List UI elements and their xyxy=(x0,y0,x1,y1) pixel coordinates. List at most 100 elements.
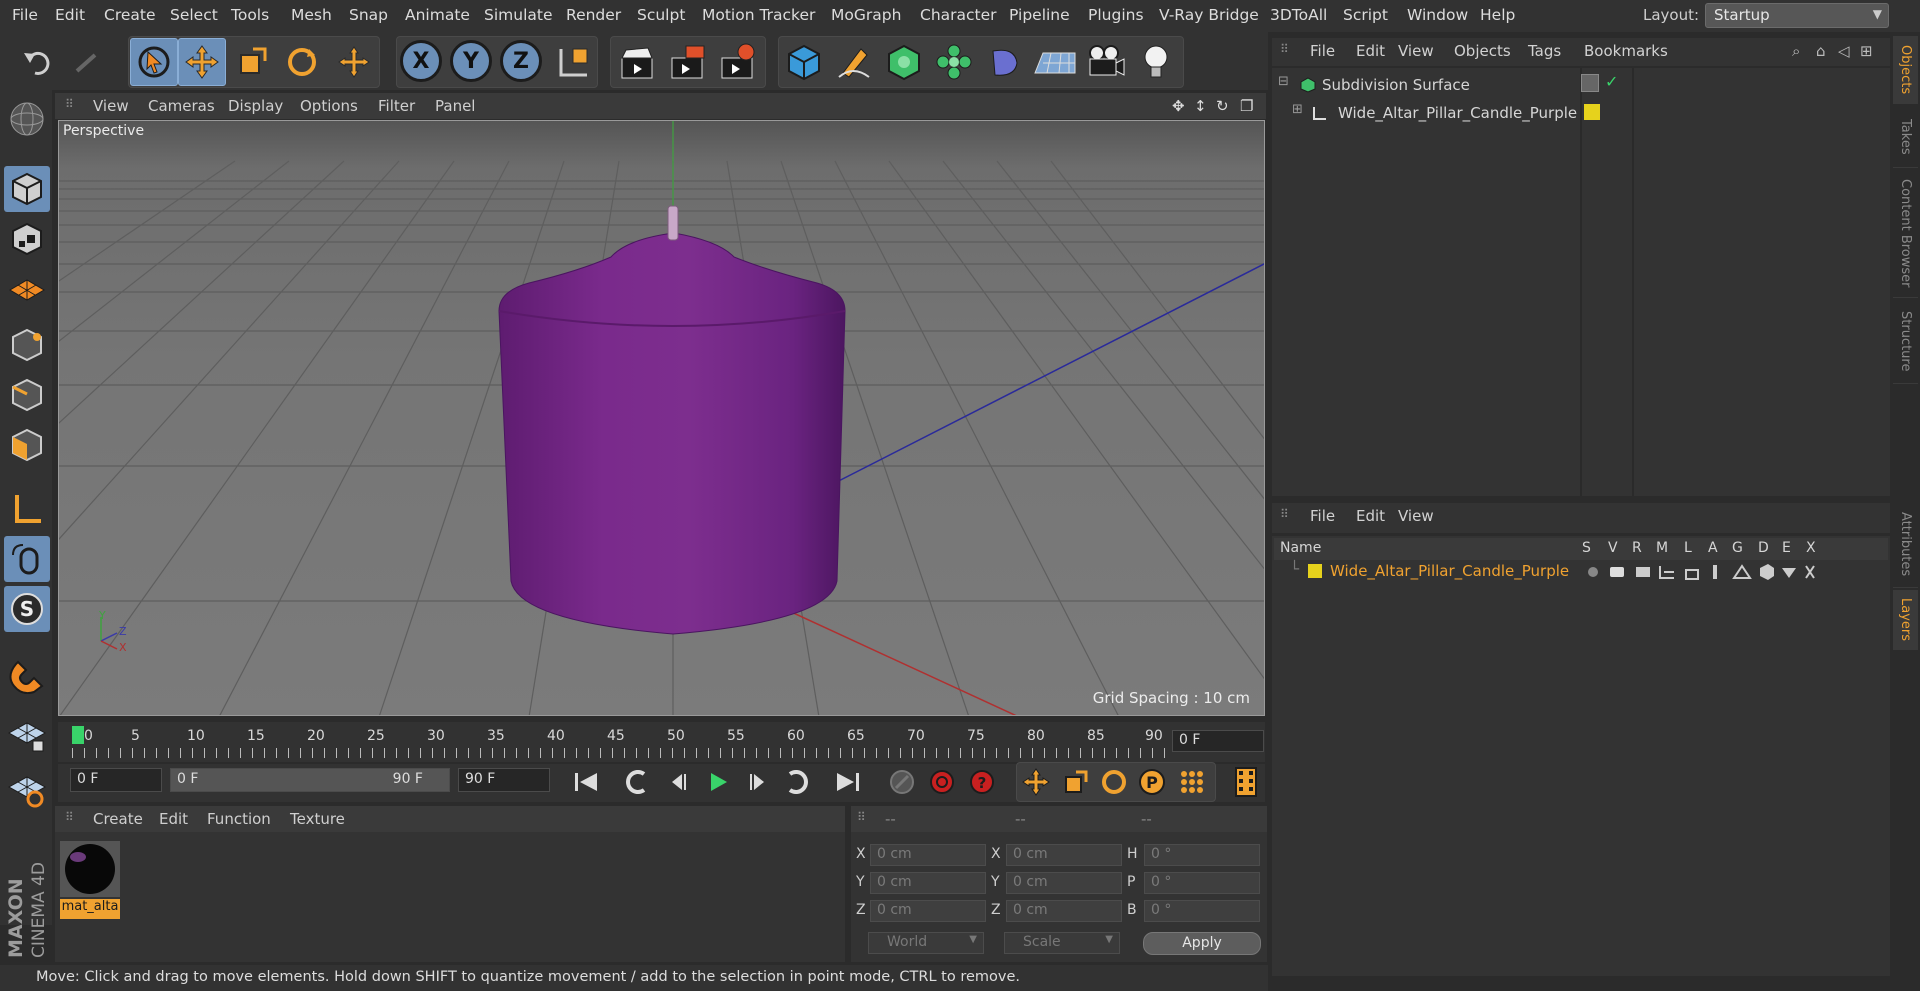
timeline-ruler[interactable] xyxy=(58,722,1265,762)
toggle-view-icon[interactable]: ❐ xyxy=(1240,97,1253,115)
menu-motion-tracker[interactable]: Motion Tracker xyxy=(702,6,815,24)
layer-col-e[interactable]: E xyxy=(1782,540,1791,556)
live-selection-button[interactable] xyxy=(130,38,178,86)
apply-button[interactable]: Apply xyxy=(1143,932,1261,955)
deformer-button[interactable] xyxy=(980,38,1028,86)
editor-visibility-toggle[interactable] xyxy=(1581,74,1599,92)
playhead[interactable] xyxy=(72,726,84,744)
tab-objects[interactable]: Objects xyxy=(1893,36,1918,104)
menu-character[interactable]: Character xyxy=(920,6,997,24)
tab-attributes[interactable]: Attributes xyxy=(1893,502,1918,588)
move-view-icon[interactable]: ✥ xyxy=(1172,97,1185,115)
coordinate-mode-select[interactable]: World ▼ xyxy=(868,932,984,954)
scale-button[interactable] xyxy=(228,38,276,86)
viewport-menu-panel[interactable]: Panel xyxy=(435,97,475,115)
menu-mograph[interactable]: MoGraph xyxy=(831,6,901,24)
candle-object[interactable] xyxy=(498,205,846,635)
render-settings-button[interactable] xyxy=(714,38,762,86)
new-window-icon[interactable]: ⊞ xyxy=(1860,42,1873,60)
menu-snap[interactable]: Snap xyxy=(349,6,388,24)
position-x-field[interactable]: 0 cm xyxy=(870,844,986,866)
previous-frame-button[interactable] xyxy=(660,764,696,800)
key-pla-button[interactable] xyxy=(1174,764,1210,800)
snap-button[interactable] xyxy=(4,652,50,698)
viewport-menu-filter[interactable]: Filter xyxy=(378,97,415,115)
key-parameter-button[interactable]: P xyxy=(1134,764,1170,800)
transform-button[interactable] xyxy=(330,38,378,86)
layer-color-tag[interactable] xyxy=(1584,104,1600,120)
menu-vray-bridge[interactable]: V-Ray Bridge xyxy=(1159,6,1259,24)
play-button[interactable] xyxy=(700,764,736,800)
layout-select[interactable]: Startup ▼ xyxy=(1705,3,1889,28)
expand-icon[interactable]: ⊞ xyxy=(1292,102,1303,117)
go-to-start-button[interactable] xyxy=(568,764,604,800)
home-icon[interactable]: ⌂ xyxy=(1816,42,1826,60)
object-menu-file[interactable]: File xyxy=(1310,42,1335,60)
tweak-mode-button[interactable] xyxy=(4,536,50,582)
timeline-button[interactable] xyxy=(1228,764,1264,800)
current-frame-field[interactable]: 0 F xyxy=(1172,730,1264,752)
viewport-menu-view[interactable]: View xyxy=(93,97,129,115)
y-axis-button[interactable]: Y xyxy=(450,40,492,82)
x-axis-button[interactable]: X xyxy=(400,40,442,82)
menu-tools[interactable]: Tools xyxy=(231,6,269,24)
camera-button[interactable] xyxy=(1082,38,1130,86)
workplane-mode-button[interactable] xyxy=(4,266,50,312)
viewport-menu-cameras[interactable]: Cameras xyxy=(148,97,215,115)
menu-select[interactable]: Select xyxy=(170,6,218,24)
make-editable-button[interactable] xyxy=(4,96,50,142)
search-icon[interactable]: ⌕ xyxy=(1792,42,1800,60)
layer-col-r[interactable]: R xyxy=(1632,540,1642,556)
soft-selection-button[interactable]: S xyxy=(4,586,50,632)
layer-col-m[interactable]: M xyxy=(1656,540,1668,556)
menu-plugins[interactable]: Plugins xyxy=(1088,6,1144,24)
points-mode-button[interactable] xyxy=(4,322,50,368)
layer-col-d[interactable]: D xyxy=(1758,540,1769,556)
coordinate-system-button[interactable] xyxy=(550,38,598,86)
workplane-axis-button[interactable] xyxy=(4,766,50,812)
menu-help[interactable]: Help xyxy=(1480,6,1515,24)
size-y-field[interactable]: 0 cm xyxy=(1006,872,1122,894)
object-menu-objects[interactable]: Objects xyxy=(1454,42,1511,60)
tree-item-candle[interactable]: ⊞ Wide_Altar_Pillar_Candle_Purple xyxy=(1292,102,1582,126)
rotation-b-field[interactable]: 0 ° xyxy=(1144,900,1260,922)
viewport-menu-options[interactable]: Options xyxy=(300,97,358,115)
autokey-button[interactable]: ? xyxy=(964,764,1000,800)
cloner-button[interactable] xyxy=(930,38,978,86)
go-to-end-button[interactable] xyxy=(830,764,866,800)
layer-col-s[interactable]: S xyxy=(1582,540,1591,556)
tab-content-browser[interactable]: Content Browser xyxy=(1893,170,1918,298)
tab-takes[interactable]: Takes xyxy=(1893,106,1918,168)
material-menu-texture[interactable]: Texture xyxy=(290,810,345,828)
end-frame-field[interactable]: 90 F xyxy=(458,768,550,792)
record-button[interactable] xyxy=(924,764,960,800)
key-position-button[interactable] xyxy=(1018,764,1054,800)
tab-structure[interactable]: Structure xyxy=(1893,300,1918,384)
layer-col-l[interactable]: L xyxy=(1684,540,1692,556)
axis-mode-button[interactable] xyxy=(4,486,50,532)
rotation-p-field[interactable]: 0 ° xyxy=(1144,872,1260,894)
layer-color-swatch[interactable] xyxy=(1308,564,1322,578)
render-view-button[interactable] xyxy=(614,38,662,86)
menu-render[interactable]: Render xyxy=(566,6,621,24)
size-z-field[interactable]: 0 cm xyxy=(1006,900,1122,922)
menu-script[interactable]: Script xyxy=(1343,6,1388,24)
z-axis-button[interactable]: Z xyxy=(500,40,542,82)
cube-button[interactable] xyxy=(780,38,828,86)
menu-create[interactable]: Create xyxy=(104,6,156,24)
size-x-field[interactable]: 0 cm xyxy=(1006,844,1122,866)
position-z-field[interactable]: 0 cm xyxy=(870,900,986,922)
rotation-h-field[interactable]: 0 ° xyxy=(1144,844,1260,866)
menu-edit[interactable]: Edit xyxy=(55,6,85,24)
rotate-button[interactable] xyxy=(278,38,326,86)
menu-file[interactable]: File xyxy=(12,6,38,24)
pen-button[interactable] xyxy=(830,38,878,86)
previous-key-button[interactable] xyxy=(620,764,656,800)
subdivision-button[interactable] xyxy=(880,38,928,86)
record-disabled-button[interactable] xyxy=(884,764,920,800)
position-y-field[interactable]: 0 cm xyxy=(870,872,986,894)
light-button[interactable] xyxy=(1132,38,1180,86)
next-key-button[interactable] xyxy=(778,764,814,800)
object-menu-edit[interactable]: Edit xyxy=(1356,42,1385,60)
viewport-perspective[interactable]: Perspective Y Z X Grid Spacing : 10 cm xyxy=(58,120,1265,716)
